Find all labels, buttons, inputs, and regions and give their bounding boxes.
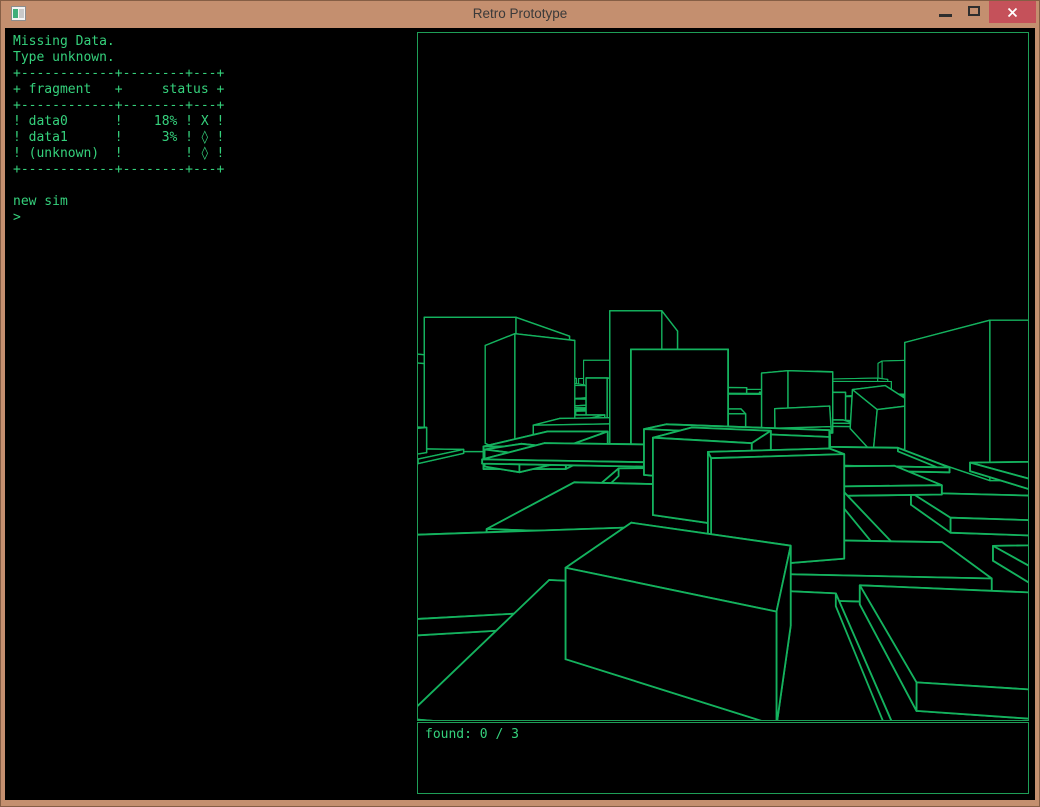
close-button[interactable] bbox=[989, 1, 1036, 23]
app-window: Retro Prototype Missing Data. Type unkno… bbox=[0, 0, 1040, 807]
close-icon bbox=[1007, 7, 1018, 18]
titlebar[interactable]: Retro Prototype bbox=[0, 0, 1040, 28]
maximize-button[interactable] bbox=[968, 6, 980, 16]
window-title: Retro Prototype bbox=[0, 6, 1040, 21]
client-area: Missing Data. Type unknown. +-----------… bbox=[5, 28, 1035, 800]
game-viewport[interactable] bbox=[417, 32, 1029, 721]
terminal[interactable]: Missing Data. Type unknown. +-----------… bbox=[13, 34, 408, 226]
hud-found-counter: found: 0 / 3 bbox=[425, 727, 519, 743]
minimize-button[interactable] bbox=[939, 14, 952, 17]
terminal-output: Missing Data. Type unknown. +-----------… bbox=[13, 34, 408, 226]
wireframe-scene bbox=[418, 33, 1028, 720]
hud-panel: found: 0 / 3 bbox=[417, 722, 1029, 794]
